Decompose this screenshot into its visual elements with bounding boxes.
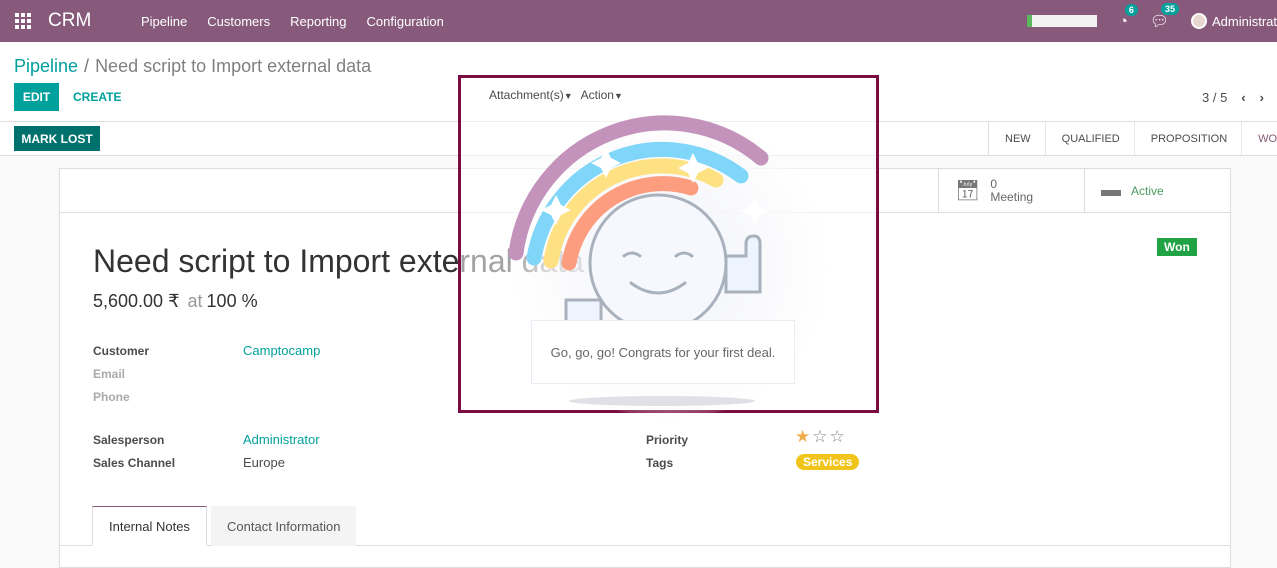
tags-label: Tags xyxy=(646,456,674,470)
meeting-label: Meeting xyxy=(990,189,1034,204)
meeting-count: 0 xyxy=(990,176,998,191)
chevron-left-icon[interactable]: ‹ xyxy=(1241,90,1245,105)
smiley-face-icon xyxy=(588,193,728,333)
breadcrumb: Pipeline / Need script to Import external … xyxy=(14,56,371,77)
app-name: CRM xyxy=(48,10,92,31)
customer-label: Customer xyxy=(93,344,150,358)
probability-value: 100 % xyxy=(206,291,258,311)
menu-customers[interactable]: Customers xyxy=(207,14,270,29)
phone-label: Phone xyxy=(93,390,130,404)
star-filled-icon[interactable]: ★ xyxy=(795,427,812,446)
breadcrumb-pipeline[interactable]: Pipeline xyxy=(14,56,78,76)
thumbs-up-icon xyxy=(724,234,762,294)
breadcrumb-current: Need script to Import external data xyxy=(95,56,372,76)
mark-lost-button[interactable]: MARK LOST xyxy=(14,126,100,151)
rainbow-man-highlight: Attachment(s)▼ Action▼ Go, go, go! Congr… xyxy=(458,75,879,418)
archive-icon: ▬ xyxy=(1101,179,1121,201)
star-empty-icon[interactable]: ☆ xyxy=(812,427,829,446)
stage-won[interactable]: WON xyxy=(1242,122,1277,155)
stage-pipeline: NEW QUALIFIED PROPOSITION WON xyxy=(988,122,1277,155)
customer-link[interactable]: Camptocamp xyxy=(243,343,320,358)
top-navbar: CRM Pipeline Customers Reporting Configu… xyxy=(0,0,1277,42)
activity-count-badge: 6 xyxy=(1124,3,1138,16)
chat-icon: 💬︎ xyxy=(1149,13,1169,30)
messages-count-badge: 35 xyxy=(1160,3,1179,15)
tab-internal-notes[interactable]: Internal Notes xyxy=(92,506,207,546)
pager: 3 / 5 ‹ › xyxy=(1202,90,1277,105)
tag-badge[interactable]: Services xyxy=(796,454,860,470)
grid-icon xyxy=(15,13,31,29)
priority-label: Priority xyxy=(646,433,689,447)
amount-value: 5,600.00 ₹ xyxy=(93,291,180,311)
congrats-message: Go, go, go! Congrats for your first deal… xyxy=(531,320,795,384)
stage-qualified[interactable]: QUALIFIED xyxy=(1046,122,1135,155)
active-toggle-button[interactable]: ▬ Active xyxy=(1084,169,1230,212)
breadcrumb-separator: / xyxy=(84,56,90,76)
create-button[interactable]: CREATE xyxy=(73,90,121,104)
menu-pipeline[interactable]: Pipeline xyxy=(141,14,187,29)
progress-fill xyxy=(1026,15,1033,27)
clock-icon: ◔ xyxy=(1118,12,1128,30)
sales-channel-label: Sales Channel xyxy=(93,456,176,470)
apps-menu-button[interactable] xyxy=(0,0,46,42)
chevron-right-icon[interactable]: › xyxy=(1260,90,1264,105)
meeting-smart-button[interactable]: 📅︎ 0 Meeting xyxy=(938,169,1084,212)
sales-channel-value: Europe xyxy=(243,455,285,470)
edit-button[interactable]: EDIT xyxy=(14,83,59,111)
menu-reporting[interactable]: Reporting xyxy=(290,14,346,29)
stage-new[interactable]: NEW xyxy=(989,122,1046,155)
activity-menu[interactable]: ◔ 6 xyxy=(1118,3,1138,30)
calendar-icon: 📅︎ xyxy=(955,180,981,202)
tab-contact-information[interactable]: Contact Information xyxy=(211,506,357,546)
rainbow-shadow xyxy=(569,396,755,406)
expected-revenue: 5,600.00 ₹ at 100 % xyxy=(93,291,258,312)
stage-proposition[interactable]: PROPOSITION xyxy=(1135,122,1243,155)
email-label: Email xyxy=(93,367,126,381)
avatar[interactable] xyxy=(1190,13,1207,29)
notebook-tabs: Internal Notes Contact Information xyxy=(60,506,1230,546)
onboarding-progress-bar[interactable] xyxy=(1026,15,1097,27)
pager-value: 3 / 5 xyxy=(1202,90,1228,105)
salesperson-link[interactable]: Administrator xyxy=(243,432,320,447)
systray: ◔ 6 💬︎ 35 Administrat xyxy=(1026,0,1277,42)
won-ribbon-badge: Won xyxy=(1157,238,1197,256)
active-label: Active xyxy=(1131,183,1164,198)
salesperson-label: Salesperson xyxy=(93,433,165,447)
priority-stars[interactable]: ★☆☆ xyxy=(795,427,847,447)
menu-configuration[interactable]: Configuration xyxy=(367,14,444,29)
user-menu[interactable]: Administrat xyxy=(1212,14,1277,29)
at-label: at xyxy=(187,291,203,311)
star-empty-icon[interactable]: ☆ xyxy=(830,427,847,446)
messaging-menu[interactable]: 💬︎ 35 xyxy=(1149,3,1179,30)
